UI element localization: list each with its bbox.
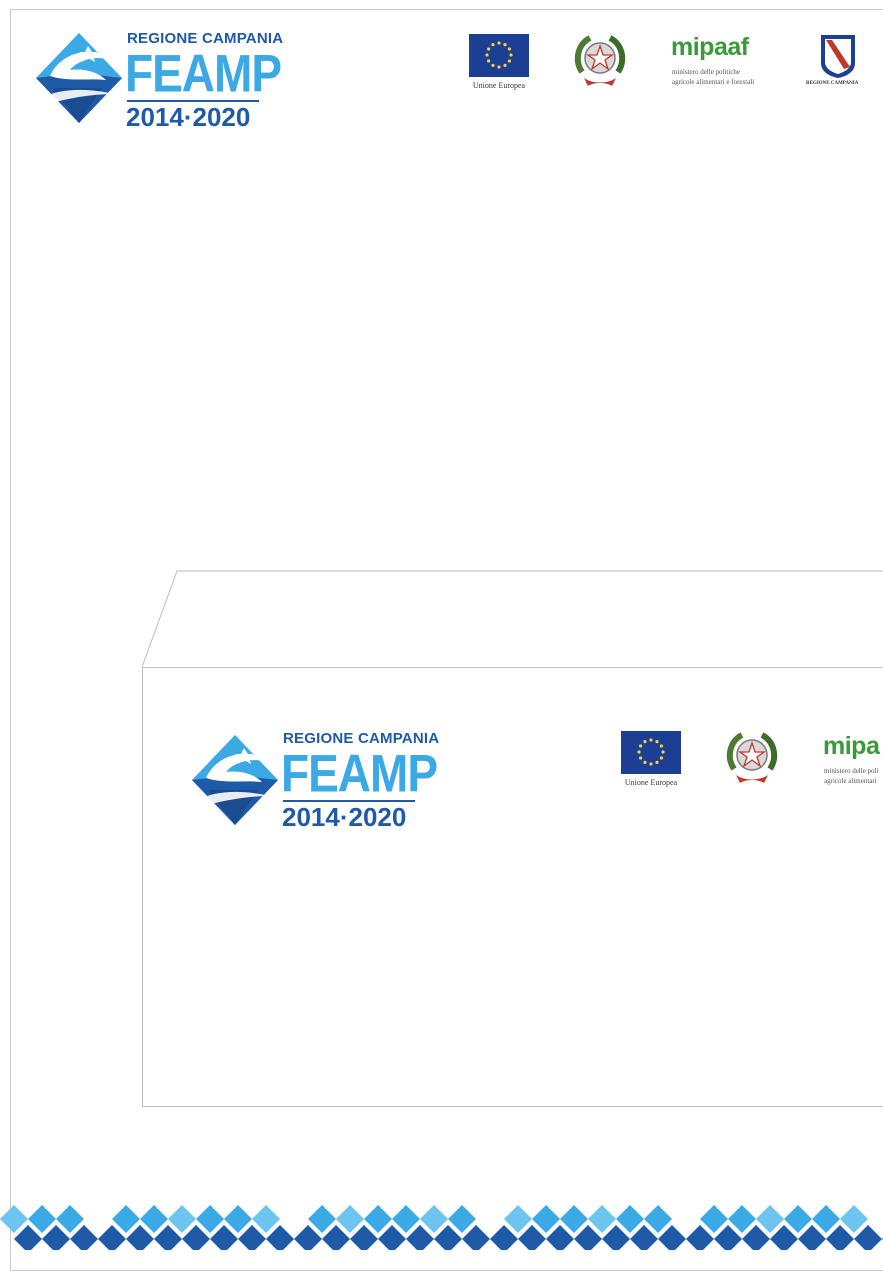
pattern-diamond [700,1205,728,1233]
pattern-diamond [140,1205,168,1233]
pattern-diamond [616,1205,644,1233]
italian-republic-emblem-icon [726,732,778,783]
pattern-diamond [644,1205,672,1233]
pattern-diamond [588,1205,616,1233]
pattern-diamond [812,1205,840,1233]
envelope-mipaaf-logo: mipa ministero delle poli agricole alime… [823,732,883,792]
pattern-diamond [420,1205,448,1233]
pattern-diamond [0,1205,28,1233]
pattern-diamond [112,1205,140,1233]
pattern-diamond [504,1205,532,1233]
pattern-diamond [756,1205,784,1233]
envelope-italian-republic-emblem [724,729,780,787]
feamp-years-label: 2014·2020 [282,802,407,832]
pattern-diamond [840,1205,868,1233]
mipaaf-subtitle-line2: agricole alimentari [824,777,877,785]
pattern-diamond [28,1205,56,1233]
pattern-diamond [224,1205,252,1233]
pattern-diamond [560,1205,588,1233]
pattern-diamond [448,1205,476,1233]
pattern-diamond [784,1205,812,1233]
feamp-wordmark: FEAMP [281,743,438,803]
envelope-eu-logo: Unione Europea [618,731,684,791]
pattern-diamond [532,1205,560,1233]
mipaaf-wordmark: mipa [823,732,880,760]
pattern-diamond [252,1205,280,1233]
mipaaf-subtitle-line1: ministero delle poli [824,767,879,775]
pattern-diamond [196,1205,224,1233]
pattern-diamond [364,1205,392,1233]
envelope-flap [141,570,883,668]
envelope-feamp-logo: REGIONE CAMPANIA FEAMP 2014·2020 [188,730,439,835]
eu-caption: Unione Europea [624,778,678,787]
pattern-diamond [56,1205,84,1233]
eu-flag-icon [621,731,681,774]
pattern-diamond [392,1205,420,1233]
pattern-diamond [308,1205,336,1233]
pattern-diamond [336,1205,364,1233]
feamp-fish-emblem-icon [192,735,278,825]
pattern-diamond [168,1205,196,1233]
diamond-border-pattern [0,1205,883,1250]
pattern-diamond [728,1205,756,1233]
